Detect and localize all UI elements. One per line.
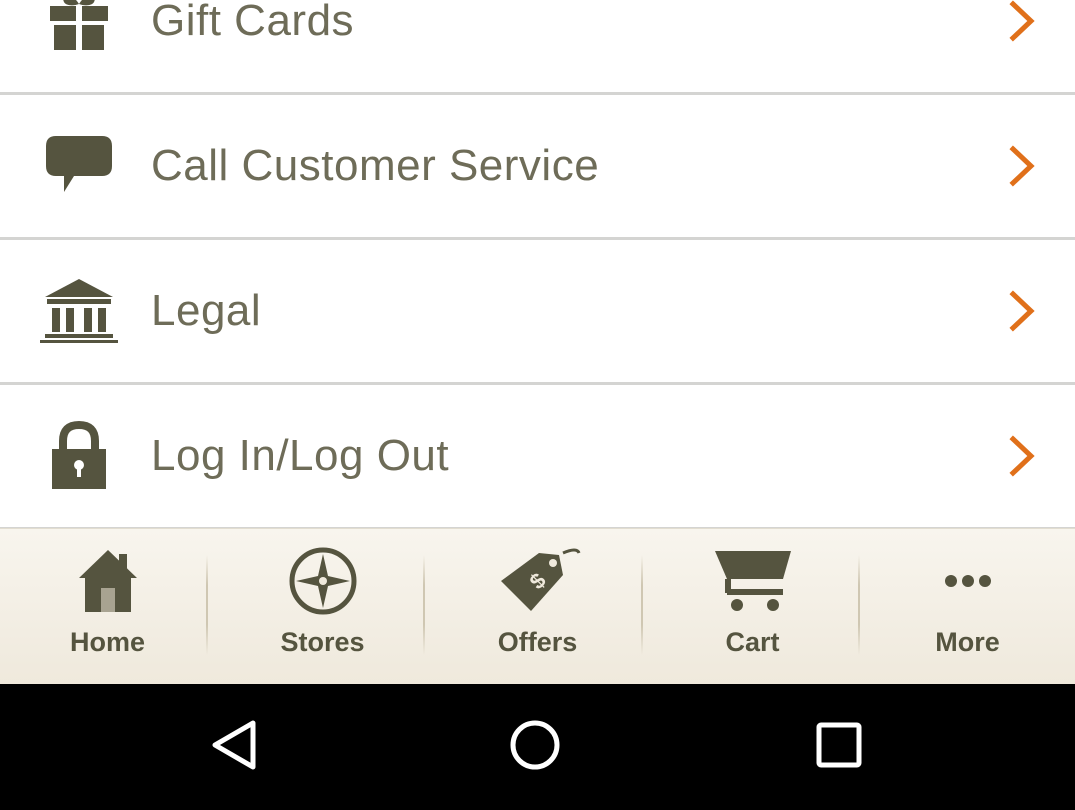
- menu-item-gift-cards[interactable]: Gift Cards: [0, 0, 1075, 95]
- chevron-right-icon: [1007, 290, 1037, 332]
- menu-item-label: Log In/Log Out: [151, 431, 450, 480]
- gift-icon: [38, 0, 120, 62]
- menu-item-label: Legal: [151, 286, 262, 335]
- tab-home[interactable]: Home: [0, 529, 215, 685]
- chevron-right-icon: [1007, 0, 1037, 42]
- back-triangle-icon: [209, 719, 259, 776]
- chevron-right-icon: [1007, 145, 1037, 187]
- menu-item-call-customer-service[interactable]: Call Customer Service: [0, 95, 1075, 240]
- menu-item-label: Gift Cards: [151, 0, 355, 45]
- tab-offers[interactable]: $ Offers: [430, 529, 645, 685]
- tab-label: Cart: [725, 627, 780, 657]
- tab-label: Stores: [280, 627, 365, 657]
- house-icon: [0, 545, 215, 617]
- chevron-right-icon: [1007, 435, 1037, 477]
- recents-square-icon: [815, 721, 863, 774]
- tab-divider: [206, 555, 208, 655]
- tab-cart[interactable]: Cart: [645, 529, 860, 685]
- home-button[interactable]: [505, 717, 565, 777]
- tab-divider: [423, 555, 425, 655]
- menu-item-legal[interactable]: Legal: [0, 240, 1075, 385]
- recents-button[interactable]: [809, 717, 869, 777]
- tab-label: Home: [69, 627, 145, 657]
- bottom-tab-bar: Home Stores $ Offers Cart More: [0, 528, 1075, 685]
- more-dots-icon: [860, 545, 1075, 617]
- home-circle-icon: [508, 718, 562, 777]
- cart-icon: [645, 545, 860, 617]
- menu-list: Gift Cards Call Customer Service Legal L…: [0, 0, 1075, 530]
- system-nav-bar: [0, 684, 1075, 810]
- menu-item-log-in-log-out[interactable]: Log In/Log Out: [0, 385, 1075, 530]
- tab-label: More: [935, 627, 1000, 657]
- back-button[interactable]: [204, 717, 264, 777]
- menu-item-label: Call Customer Service: [151, 141, 600, 190]
- tab-divider: [858, 555, 860, 655]
- screen: Gift Cards Call Customer Service Legal L…: [0, 0, 1075, 810]
- price-tag-icon: $: [430, 545, 645, 617]
- tab-divider: [641, 555, 643, 655]
- lock-icon: [38, 415, 120, 497]
- compass-icon: [215, 545, 430, 617]
- tab-label: Offers: [497, 627, 578, 657]
- tab-more[interactable]: More: [860, 529, 1075, 685]
- courthouse-icon: [38, 270, 120, 352]
- speech-bubble-icon: [38, 125, 120, 207]
- tab-stores[interactable]: Stores: [215, 529, 430, 685]
